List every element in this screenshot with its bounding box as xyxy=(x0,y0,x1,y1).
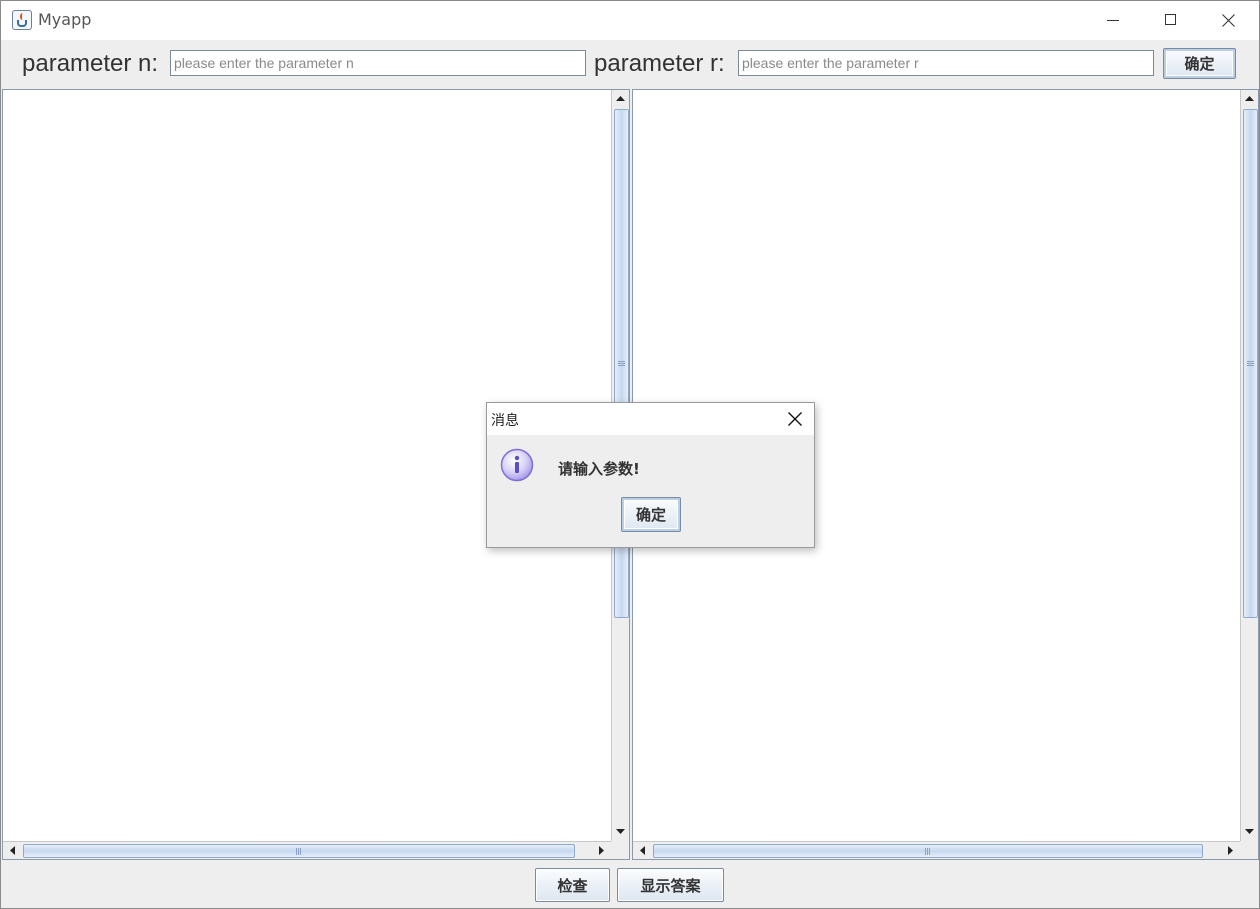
right-horizontal-scroll-thumb[interactable] xyxy=(653,844,1203,858)
parameter-r-label: parameter r: xyxy=(594,50,725,77)
dialog-title: 消息 xyxy=(491,413,519,429)
check-button[interactable]: 检查 xyxy=(535,868,610,902)
dialog-close-button[interactable] xyxy=(777,403,813,435)
scroll-down-arrow-icon[interactable] xyxy=(612,823,629,840)
scroll-up-arrow-icon[interactable] xyxy=(1241,90,1258,107)
left-horizontal-scroll-thumb[interactable] xyxy=(23,844,575,858)
show-answer-button[interactable]: 显示答案 xyxy=(617,868,724,902)
scroll-up-arrow-icon[interactable] xyxy=(612,90,629,107)
right-vertical-scroll-thumb[interactable] xyxy=(1243,109,1258,618)
scroll-right-arrow-icon[interactable] xyxy=(593,842,610,859)
scroll-left-arrow-icon[interactable] xyxy=(4,842,21,859)
close-icon xyxy=(1222,14,1235,27)
left-horizontal-scrollbar[interactable] xyxy=(3,841,611,859)
window-title: Myapp xyxy=(38,10,92,29)
parameter-n-label: parameter n: xyxy=(22,50,159,77)
scroll-left-arrow-icon[interactable] xyxy=(634,842,651,859)
parameter-r-input[interactable] xyxy=(738,50,1154,76)
maximize-icon xyxy=(1165,14,1176,25)
minimize-button[interactable] xyxy=(1084,1,1142,40)
title-bar[interactable]: Myapp xyxy=(1,1,1259,40)
right-horizontal-scrollbar[interactable] xyxy=(633,841,1240,859)
scroll-corner xyxy=(1240,841,1258,859)
java-app-icon xyxy=(12,10,32,30)
maximize-button[interactable] xyxy=(1142,1,1200,40)
minimize-icon xyxy=(1107,20,1119,21)
scroll-corner xyxy=(611,841,629,859)
dialog-message: 请输入参数! xyxy=(558,460,640,478)
dialog-title-bar[interactable]: 消息 xyxy=(487,403,814,435)
close-icon xyxy=(788,412,802,426)
scroll-down-arrow-icon[interactable] xyxy=(1241,823,1258,840)
right-vertical-scrollbar[interactable] xyxy=(1240,90,1258,841)
dialog-ok-button[interactable]: 确定 xyxy=(621,497,681,532)
confirm-button[interactable]: 确定 xyxy=(1163,48,1236,79)
info-icon xyxy=(500,448,534,482)
scroll-right-arrow-icon[interactable] xyxy=(1222,842,1239,859)
close-button[interactable] xyxy=(1200,1,1258,40)
message-dialog: 消息 请输入参数! 确定 xyxy=(486,402,815,548)
parameter-n-input[interactable] xyxy=(170,50,586,76)
